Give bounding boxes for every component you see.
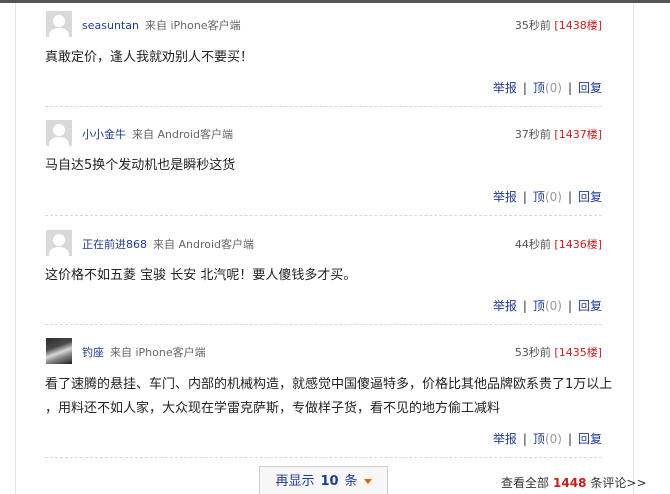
timestamp: 53秒前 <box>514 346 551 359</box>
reply-link[interactable]: 回复 <box>578 432 602 446</box>
separator: | <box>567 81 572 95</box>
timestamp: 37秒前 <box>514 128 551 141</box>
comment-text: 这价格不如五菱 宝骏 长安 北汽呢！要人傻钱多才买。 <box>45 268 357 283</box>
show-more-suffix: 条 <box>344 474 358 489</box>
reply-link[interactable]: 回复 <box>578 190 602 204</box>
comment-actions: 举报 | 顶(0) | 回复 <box>493 430 602 447</box>
reply-link[interactable]: 回复 <box>578 299 602 313</box>
caret-down-icon <box>363 479 372 484</box>
floor-number: [1437楼] <box>554 128 602 141</box>
comment-header: 小小金牛 来自 Android客户端 37秒前 [1437楼] <box>30 120 602 146</box>
separator: | <box>567 190 572 204</box>
report-link[interactable]: 举报 <box>493 432 517 446</box>
comment-actions: 举报 | 顶(0) | 回复 <box>493 297 602 314</box>
divider <box>45 324 602 325</box>
default-avatar-icon[interactable] <box>46 120 72 146</box>
reply-link[interactable]: 回复 <box>578 81 602 95</box>
comment-meta: 37秒前 [1437楼] <box>515 126 602 142</box>
up-count: (0) <box>544 81 562 95</box>
comment-meta: 53秒前 [1435楼] <box>515 344 602 360</box>
comment-actions: 举报 | 顶(0) | 回复 <box>493 188 602 205</box>
up-count: (0) <box>544 432 562 446</box>
comment-item: 正在前进868 来自 Android客户端 44秒前 [1436楼] 这价格不如五… <box>30 230 602 320</box>
default-avatar-icon[interactable] <box>46 230 72 256</box>
view-all-prefix: 查看全部 <box>501 476 550 490</box>
show-more-count: 10 <box>320 474 339 489</box>
comment-text: 马自达5换个发动机也是瞬秒这货 <box>45 158 236 173</box>
up-vote-link[interactable]: 顶(0) <box>533 81 562 95</box>
comment-text: 看了速腾的悬挂、车门、内部的机械构造，就感觉中国傻逼特多，价格比其他品牌欧系贵了… <box>45 377 613 392</box>
timestamp: 35秒前 <box>514 19 551 32</box>
up-vote-link[interactable]: 顶(0) <box>533 432 562 446</box>
show-more-prefix: 再显示 <box>275 474 315 489</box>
comment-header: seasuntan 来自 iPhone客户端 35秒前 [1438楼] <box>30 11 602 37</box>
floor-number: [1438楼] <box>554 19 602 32</box>
comment-meta: 44秒前 [1436楼] <box>515 236 602 252</box>
floor-number: [1435楼] <box>554 346 602 359</box>
report-link[interactable]: 举报 <box>493 81 517 95</box>
source-label: 来自 iPhone客户端 <box>144 19 241 32</box>
show-more-button[interactable]: 再显示 10 条 <box>259 466 388 494</box>
separator: | <box>522 432 527 446</box>
source-label: 来自 Android客户端 <box>153 238 255 251</box>
floor-number: [1436楼] <box>554 238 602 251</box>
separator: | <box>567 299 572 313</box>
comment-item: 钓座 来自 iPhone客户端 53秒前 [1435楼] 看了速腾的悬挂、车门、内… <box>30 338 612 450</box>
default-avatar-icon[interactable] <box>46 11 72 37</box>
comment-meta: 35秒前 [1438楼] <box>515 17 602 33</box>
divider <box>45 215 602 216</box>
username-link[interactable]: 小小金牛 来自 Android客户端 <box>82 126 233 142</box>
separator: | <box>522 299 527 313</box>
comment-item: seasuntan 来自 iPhone客户端 35秒前 [1438楼] 真敢定价，… <box>30 11 602 101</box>
view-all-comments-link[interactable]: 查看全部 1448 条评论>> <box>501 474 647 491</box>
source-label: 来自 iPhone客户端 <box>110 346 206 359</box>
user-photo-avatar[interactable] <box>46 338 72 364</box>
report-link[interactable]: 举报 <box>493 299 517 313</box>
up-vote-link[interactable]: 顶(0) <box>533 190 562 204</box>
up-count: (0) <box>544 190 562 204</box>
report-link[interactable]: 举报 <box>493 190 517 204</box>
username-link[interactable]: 正在前进868 来自 Android客户端 <box>82 236 254 252</box>
divider <box>45 106 602 107</box>
comment-text: 真敢定价，逢人我就劝别人不要买！ <box>45 50 254 65</box>
up-count: (0) <box>544 299 562 313</box>
comment-header: 正在前进868 来自 Android客户端 44秒前 [1436楼] <box>30 230 602 256</box>
source-label: 来自 Android客户端 <box>132 128 234 141</box>
separator: | <box>522 190 527 204</box>
divider <box>45 457 602 458</box>
comment-item: 小小金牛 来自 Android客户端 37秒前 [1437楼] 马自达5换个发动机… <box>30 120 602 210</box>
username-link[interactable]: seasuntan 来自 iPhone客户端 <box>82 17 241 33</box>
separator: | <box>567 432 572 446</box>
comment-total: 1448 <box>553 476 587 490</box>
view-all-suffix: 条评论>> <box>590 476 647 490</box>
timestamp: 44秒前 <box>514 238 551 251</box>
username-link[interactable]: 钓座 来自 iPhone客户端 <box>82 344 206 360</box>
comment-text-line2: ，用料还不如人家，大众现在学雷克萨斯，专做样子货，看不见的地方偷工减料 <box>45 401 501 416</box>
separator: | <box>522 81 527 95</box>
comment-actions: 举报 | 顶(0) | 回复 <box>493 79 602 96</box>
comment-header: 钓座 来自 iPhone客户端 53秒前 [1435楼] <box>30 338 602 364</box>
up-vote-link[interactable]: 顶(0) <box>533 299 562 313</box>
